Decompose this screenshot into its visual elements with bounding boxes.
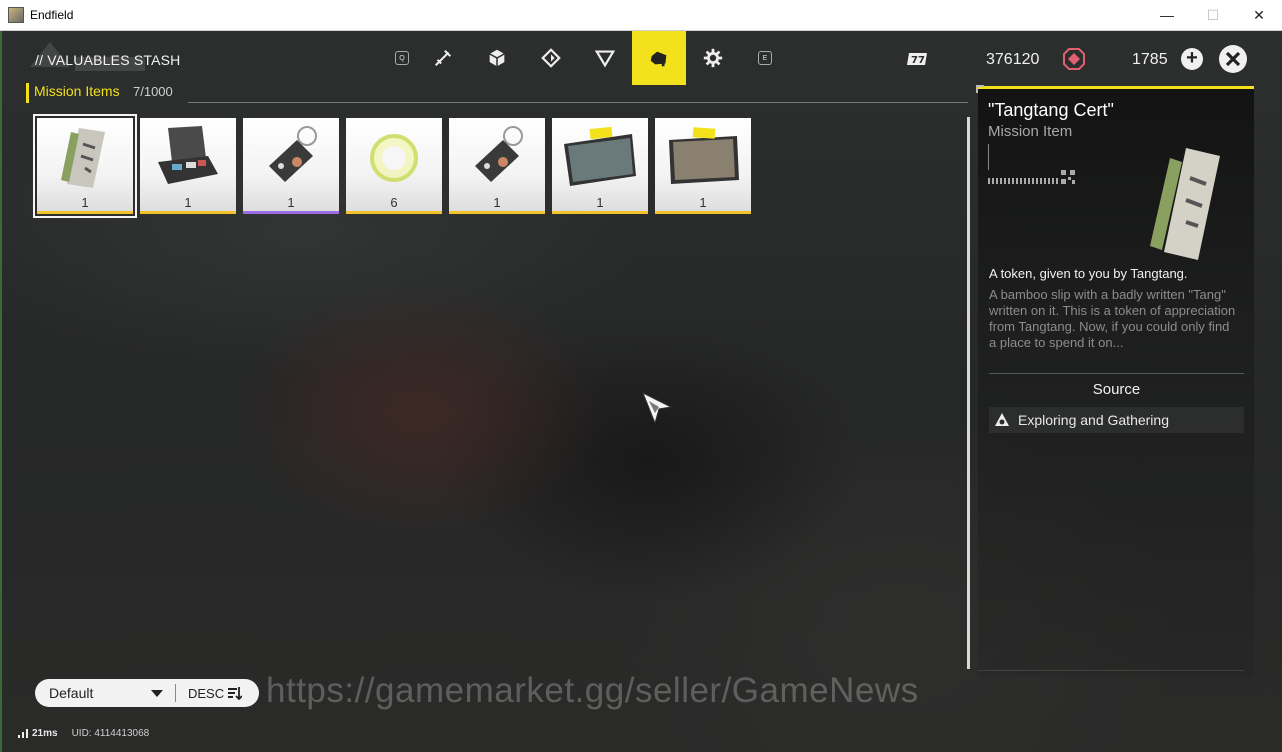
cube-icon (489, 49, 505, 67)
window-titlebar: Endfield — ☐ ✕ (0, 0, 1282, 31)
exploring-icon (995, 413, 1009, 426)
tab-equipment[interactable] (524, 31, 578, 85)
sort-order-button[interactable]: DESC (188, 686, 224, 701)
item-quantity: 1 (81, 195, 89, 210)
next-tab-key-hint[interactable]: E (758, 51, 772, 65)
item-grid: 1 1 1 6 1 1 1 (33, 114, 751, 218)
signal-icon (18, 729, 28, 738)
weapon-icon (434, 49, 452, 67)
maximize-button[interactable]: ☐ (1190, 0, 1236, 30)
item-quantity: 1 (184, 195, 192, 210)
item-slot-keychain-tag[interactable]: 1 (243, 118, 339, 214)
item-quantity: 1 (493, 195, 501, 210)
item-quantity: 1 (287, 195, 295, 210)
category-label: Mission Items (34, 83, 120, 99)
gear-icon (703, 48, 723, 68)
game-viewport: // VALUABLES STASH Q E 77 376120 1785 + (0, 31, 1282, 752)
ticket-icon: 77 (907, 53, 927, 66)
glowing-ring-icon (370, 134, 418, 182)
valuables-icon (650, 51, 667, 67)
add-currency-button[interactable]: + (1181, 48, 1203, 70)
photo-icon (564, 126, 636, 186)
currency-primary-value: 376120 (986, 51, 1040, 68)
category-count: 7/1000 (133, 84, 173, 99)
window-title: Endfield (30, 8, 74, 22)
close-inventory-button[interactable] (1219, 45, 1247, 73)
item-grid-scrollbar[interactable] (967, 117, 970, 669)
page-title: // VALUABLES STASH (35, 52, 181, 68)
tab-consumables[interactable] (578, 31, 632, 85)
close-icon (1225, 51, 1241, 67)
item-description: A bamboo slip with a badly written "Tang… (989, 287, 1236, 350)
tab-weapons[interactable] (416, 31, 470, 85)
item-slot-tangtang-cert[interactable]: 1 (33, 114, 137, 218)
close-window-button[interactable]: ✕ (1236, 0, 1282, 30)
item-slot-photo-1[interactable]: 1 (552, 118, 648, 214)
chevron-down-icon[interactable] (151, 689, 163, 697)
status-bar: 21ms UID: 4114413068 (18, 728, 149, 739)
tab-materials[interactable] (470, 31, 524, 85)
keychain-tag-icon (269, 126, 317, 182)
user-id: UID: 4114413068 (71, 728, 150, 739)
item-slot-equipment-case[interactable]: 1 (140, 118, 236, 214)
item-slot-glowing-ring[interactable]: 6 (346, 118, 442, 214)
item-slot-photo-2[interactable]: 1 (655, 118, 751, 214)
prev-tab-key-hint[interactable]: Q (395, 51, 409, 65)
triangle-icon (594, 50, 616, 68)
origeometry-icon (1063, 48, 1085, 70)
tab-valuables[interactable] (632, 31, 686, 85)
equipment-case-icon (158, 126, 218, 184)
item-description-title: A token, given to you by Tangtang. (989, 266, 1188, 281)
item-slot-keychain-tag-2[interactable]: 1 (449, 118, 545, 214)
diamond-icon (541, 48, 561, 68)
currency-secondary-value: 1785 (1132, 51, 1168, 68)
keychain-tag-icon (475, 126, 523, 182)
qr-icon (1061, 170, 1075, 184)
inventory-tab-bar: Q E (388, 31, 790, 85)
ping-value: 21ms (32, 728, 58, 739)
tab-settings[interactable] (686, 31, 740, 85)
tangtang-cert-image (1150, 148, 1220, 260)
photo-icon (669, 127, 739, 184)
barcode-icon (988, 178, 1058, 184)
item-detail-panel: "Tangtang Cert" Mission Item A token, gi… (976, 85, 1254, 676)
sort-desc-icon[interactable] (228, 686, 243, 700)
sort-dropdown[interactable]: Default (35, 685, 145, 701)
minimize-button[interactable]: — (1144, 0, 1190, 30)
item-detail-type: Mission Item (988, 123, 1073, 140)
app-icon (8, 7, 24, 23)
svg-text:77: 77 (911, 55, 925, 66)
source-heading: Source (1092, 381, 1141, 398)
sort-control: Default DESC (35, 679, 259, 707)
source-item-exploring[interactable]: Exploring and Gathering (989, 407, 1244, 433)
watermark-text: https://gamemarket.gg/seller/GameNews (266, 671, 919, 710)
item-detail-title: "Tangtang Cert" (988, 100, 1114, 120)
cursor-icon (642, 391, 673, 425)
window-controls: — ☐ ✕ (1144, 0, 1282, 30)
item-quantity: 1 (596, 195, 604, 210)
bamboo-slip-icon (61, 128, 105, 188)
item-quantity: 1 (699, 195, 707, 210)
item-quantity: 6 (390, 195, 398, 210)
source-item-label: Exploring and Gathering (1018, 412, 1169, 428)
